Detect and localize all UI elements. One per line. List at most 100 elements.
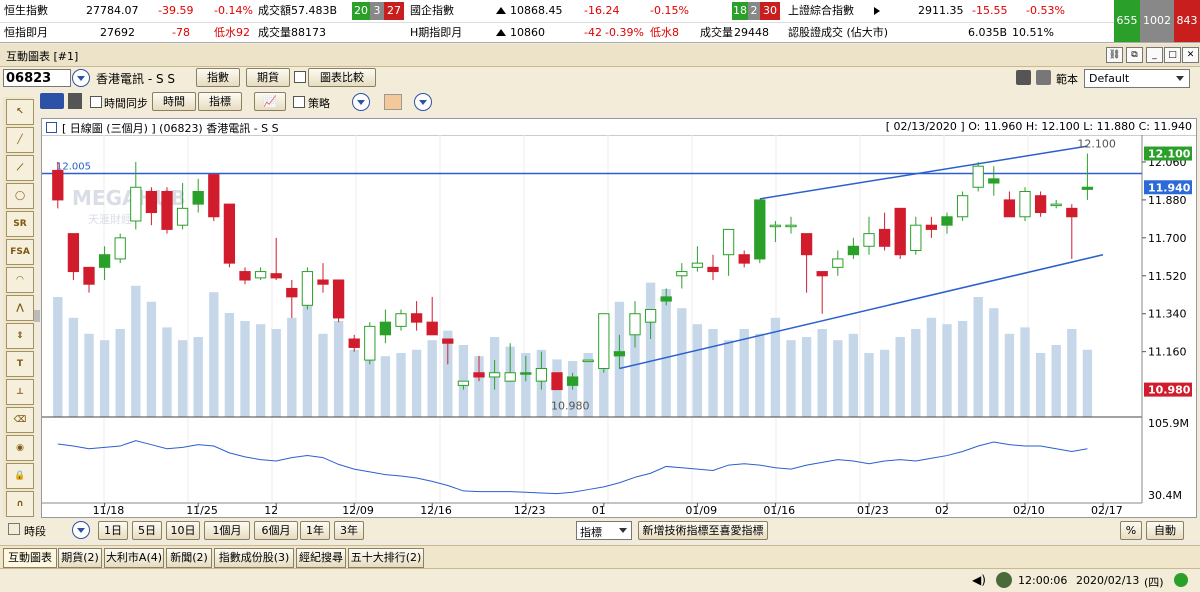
- ray-tool-icon[interactable]: ⟋: [6, 155, 34, 181]
- minimize-icon[interactable]: _: [1146, 47, 1163, 63]
- hhi-change: -42: [584, 26, 602, 39]
- fsa-tool-icon[interactable]: FSA: [6, 239, 34, 265]
- period-3y[interactable]: 3年: [334, 521, 364, 540]
- eraser-icon[interactable]: ⌫: [6, 407, 34, 433]
- time-sync-checkbox[interactable]: [90, 96, 102, 108]
- fan-tool-icon[interactable]: ⋀: [6, 295, 34, 321]
- volume-low-label: 30.4M: [1148, 489, 1182, 502]
- period-5d[interactable]: 5日: [132, 521, 162, 540]
- candle-body: [52, 169, 64, 201]
- tab-interactive-chart[interactable]: 互動圖表: [3, 548, 57, 568]
- candle-body: [785, 224, 797, 228]
- tab-futures[interactable]: 期貨(2): [58, 548, 102, 568]
- volume-bar: [817, 329, 827, 417]
- text-tool-icon[interactable]: T: [6, 351, 34, 377]
- indicator-button[interactable]: 指標: [198, 92, 242, 111]
- candle-body: [301, 271, 314, 306]
- candle-body: [520, 372, 532, 375]
- link-icon[interactable]: ⛓: [1106, 47, 1123, 63]
- candle-body: [1081, 186, 1094, 190]
- stock-dropdown-button[interactable]: [72, 69, 90, 87]
- tab-index-constituents[interactable]: 指數成份股(3): [214, 548, 294, 568]
- window-tabs: 互動圖表 期貨(2) 大利市A(4) 新聞(2) 指數成份股(3) 經紀搜尋 五…: [0, 545, 1200, 568]
- volume-bar: [427, 340, 437, 417]
- maximize-icon[interactable]: □: [1164, 47, 1181, 63]
- chart-compare-button[interactable]: 圖表比較: [308, 68, 376, 87]
- candle-body: [442, 338, 454, 344]
- period-10d[interactable]: 10日: [166, 521, 200, 540]
- template-select[interactable]: Default: [1084, 69, 1190, 88]
- period-dropdown-button[interactable]: [72, 521, 90, 539]
- candle-body: [769, 224, 782, 228]
- volume-bar: [318, 333, 328, 417]
- volume-bar: [848, 333, 859, 417]
- measure-tool-icon[interactable]: ⟂: [6, 379, 34, 405]
- arc-tool-icon[interactable]: ◠: [6, 267, 34, 293]
- candle-body: [535, 368, 548, 382]
- percent-button[interactable]: %: [1120, 521, 1142, 540]
- connection-icon: [1174, 573, 1188, 587]
- chevron-down-icon: [619, 528, 627, 533]
- toolbar-collapse-handle[interactable]: [34, 310, 40, 322]
- time-sync-label: 時間同步: [104, 97, 148, 110]
- stock-code-input[interactable]: [3, 69, 71, 87]
- sr-tool-icon[interactable]: SR: [6, 211, 34, 237]
- hsi-pct: -0.14%: [214, 4, 253, 17]
- compare-toggle[interactable]: [294, 71, 306, 83]
- chevron-down-icon[interactable]: [68, 93, 82, 109]
- period-1y[interactable]: 1年: [300, 521, 330, 540]
- futures-button[interactable]: 期貨: [246, 68, 290, 87]
- line-tool-icon[interactable]: ╱: [6, 127, 34, 153]
- low-price-tag: 10.980: [1148, 384, 1191, 397]
- arrow-right-icon: [874, 7, 880, 15]
- index-button[interactable]: 指數: [196, 68, 240, 87]
- auto-button[interactable]: 自動: [1146, 521, 1184, 540]
- level-tool-icon[interactable]: ⇕: [6, 323, 34, 349]
- breadth-down: 843: [1174, 0, 1200, 42]
- period-1d[interactable]: 1日: [98, 521, 128, 540]
- speaker-icon[interactable]: ◀): [972, 573, 986, 587]
- candle-body: [1034, 195, 1047, 214]
- tab-dalishi[interactable]: 大利市A(4): [104, 548, 164, 568]
- date-label: 11/18: [93, 504, 125, 516]
- lock-icon[interactable]: 🔒: [6, 463, 34, 489]
- candle-body: [707, 266, 719, 273]
- print-icon[interactable]: [1036, 70, 1051, 85]
- tab-broker-search[interactable]: 經紀搜尋: [296, 548, 346, 568]
- magnet-icon[interactable]: ∩: [6, 491, 34, 517]
- warrant-value: 6.035B: [968, 26, 1008, 39]
- color-swatch[interactable]: [384, 94, 402, 110]
- template-label: 範本: [1056, 73, 1078, 86]
- candlestick-chart[interactable]: MEGAHUB天滙財經12.00512.10010.98012.06011.88…: [42, 135, 1196, 516]
- strategy-dropdown-button[interactable]: [352, 93, 370, 111]
- hsf-vol: 88173: [291, 26, 326, 39]
- hhi-pct: -0.39%: [605, 26, 644, 39]
- date-label: 01: [592, 504, 606, 516]
- add-favorite-indicator-button[interactable]: 新增技術指標至喜愛指標: [638, 521, 768, 540]
- expand-icon[interactable]: [46, 122, 57, 133]
- cursor-icon[interactable]: ↖: [6, 99, 34, 125]
- sse-pct: -0.53%: [1026, 4, 1065, 17]
- restore-icon[interactable]: ⧉: [1126, 47, 1143, 63]
- candle-type-icon[interactable]: [40, 93, 64, 109]
- volume-bar: [84, 333, 94, 417]
- period-1m[interactable]: 1個月: [204, 521, 250, 540]
- volume-bar: [911, 329, 921, 417]
- period-6m[interactable]: 6個月: [254, 521, 298, 540]
- eye-icon[interactable]: ◉: [6, 435, 34, 461]
- candle-body: [223, 203, 236, 264]
- volume-bar: [677, 308, 687, 417]
- tab-news[interactable]: 新聞(2): [166, 548, 212, 568]
- strategy-checkbox[interactable]: [293, 96, 305, 108]
- volume-bar: [255, 324, 266, 417]
- save-icon[interactable]: [1016, 70, 1031, 85]
- close-icon[interactable]: ✕: [1182, 47, 1199, 63]
- time-button[interactable]: 時間: [152, 92, 196, 111]
- indicator-select[interactable]: 指標: [576, 521, 632, 540]
- sse-label: 上證綜合指數: [788, 4, 854, 17]
- color-dropdown-button[interactable]: [414, 93, 432, 111]
- ellipse-tool-icon[interactable]: ◯: [6, 183, 34, 209]
- volume-bar: [879, 349, 890, 417]
- tab-top-50[interactable]: 五十大排行(2): [348, 548, 424, 568]
- line-chart-icon[interactable]: 📈: [254, 92, 286, 111]
